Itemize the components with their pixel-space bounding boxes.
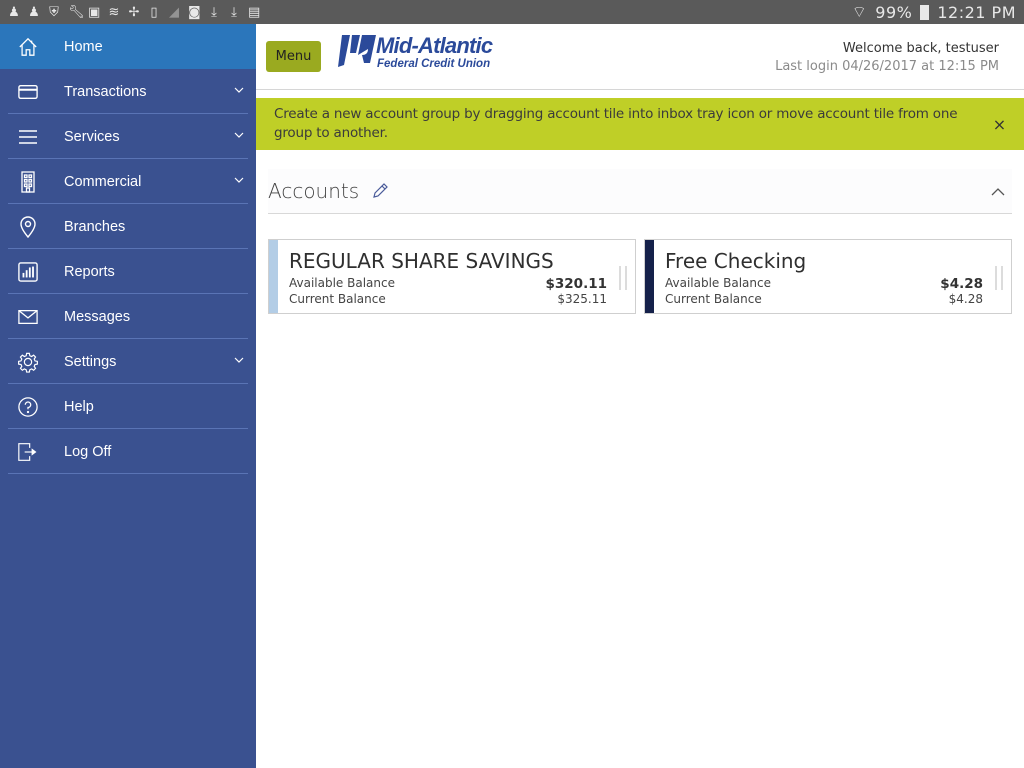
credit-card-icon	[18, 82, 38, 102]
sidebar-item-services[interactable]: Services	[0, 114, 256, 159]
sidebar-item-label: Log Off	[64, 443, 112, 460]
sidebar-item-label: Transactions	[64, 83, 147, 100]
chevron-down-icon	[234, 177, 244, 183]
gear-icon	[18, 352, 38, 373]
close-icon[interactable]: ×	[993, 115, 1006, 134]
image-icon: ▣	[88, 4, 101, 20]
logo-subtitle: Federal Credit Union	[377, 58, 491, 70]
accounts-title: Accounts	[268, 179, 360, 203]
current-balance: $325.11	[557, 292, 607, 306]
shield-icon: ⛨	[49, 4, 59, 20]
account-tile[interactable]: REGULAR SHARE SAVINGS Available Balance $…	[268, 239, 636, 314]
sidebar-item-label: Services	[64, 128, 120, 145]
logo-brand: Mid-Atlantic	[376, 33, 493, 58]
sidebar-item-log-off[interactable]: Log Off	[0, 429, 256, 474]
chart-icon: ◢	[169, 4, 179, 20]
sidebar-item-transactions[interactable]: Transactions	[0, 69, 256, 114]
accounts-header: Accounts	[268, 169, 1012, 214]
sidebar-item-help[interactable]: Help	[0, 384, 256, 429]
fan-icon: ✢	[128, 4, 140, 20]
current-label: Current Balance	[289, 292, 386, 306]
banner-text: Create a new account group by dragging a…	[274, 106, 958, 141]
drag-handle-icon[interactable]	[619, 266, 627, 290]
clock: 12:21 PM	[937, 2, 1016, 22]
tile-color-bar	[269, 240, 278, 313]
android-status-bar: ♟ ♟ ⛨ 🔧︎ ▣ ≋ ✢ ▯ ◢ ◙ ⤓ ⤓ ▤ ⌔ 99% 12:21 P…	[0, 0, 1024, 24]
main-content: Menu Mid-Atlantic Federal Credit Union W…	[256, 24, 1024, 768]
sidebar-item-reports[interactable]: Reports	[0, 249, 256, 294]
chevron-down-icon	[234, 87, 244, 93]
available-label: Available Balance	[289, 276, 395, 290]
chevron-up-icon[interactable]	[990, 184, 1006, 200]
camera-icon: ◙	[188, 4, 201, 20]
header: Menu Mid-Atlantic Federal Credit Union W…	[256, 24, 1024, 90]
wrench-icon: 🔧︎	[68, 4, 85, 20]
sidebar-item-commercial[interactable]: Commercial	[0, 159, 256, 204]
available-label: Available Balance	[665, 276, 771, 290]
notification-icon: ♟	[8, 4, 20, 20]
available-balance: $4.28	[940, 276, 983, 292]
logout-icon	[18, 442, 38, 462]
sidebar-item-settings[interactable]: Settings	[0, 339, 256, 384]
sidebar-item-label: Branches	[64, 218, 126, 235]
sd-card-icon: ▤	[248, 4, 261, 20]
info-banner: Create a new account group by dragging a…	[256, 98, 1024, 150]
notification-icon: ♟	[28, 4, 40, 20]
sidebar-item-messages[interactable]: Messages	[0, 294, 256, 339]
tile-color-bar	[645, 240, 654, 313]
welcome-block: Welcome back, testuser Last login 04/26/…	[775, 40, 999, 76]
available-balance: $320.11	[545, 276, 608, 292]
logo[interactable]: Mid-Atlantic Federal Credit Union	[336, 33, 506, 73]
logo-mark-icon	[338, 35, 376, 67]
download-icon: ⤓	[231, 4, 237, 20]
sidebar-nav: Home Transactions Services Commercial Br…	[0, 24, 256, 768]
sidebar-item-label: Messages	[64, 308, 131, 325]
pencil-icon[interactable]	[371, 182, 389, 200]
sidebar-item-label: Home	[64, 38, 103, 55]
sidebar-item-branches[interactable]: Branches	[0, 204, 256, 249]
download-icon: ⤓	[211, 4, 217, 20]
account-name: Free Checking	[665, 249, 807, 273]
list-icon	[18, 127, 38, 147]
phone-clock-icon: ▯	[150, 4, 158, 20]
location-pin-icon	[18, 215, 38, 238]
account-tile[interactable]: Free Checking Available Balance $4.28 Cur…	[644, 239, 1012, 314]
last-login: Last login 04/26/2017 at 12:15 PM	[775, 59, 999, 74]
sidebar-item-home[interactable]: Home	[0, 24, 256, 69]
drag-handle-icon[interactable]	[995, 266, 1003, 290]
menu-button[interactable]: Menu	[266, 41, 321, 72]
question-icon	[18, 396, 38, 417]
current-balance: $4.28	[948, 292, 983, 306]
welcome-text: Welcome back, testuser	[842, 41, 999, 56]
sidebar-item-label: Reports	[64, 263, 115, 280]
bar-chart-icon	[18, 261, 38, 282]
current-label: Current Balance	[665, 292, 762, 306]
sidebar-item-label: Settings	[64, 353, 117, 370]
envelope-icon	[18, 307, 38, 327]
building-icon	[18, 170, 38, 193]
sidebar-item-label: Help	[64, 398, 94, 415]
wifi-icon: ⌔	[851, 2, 868, 21]
chevron-down-icon	[234, 357, 244, 363]
sidebar-item-label: Commercial	[64, 173, 142, 190]
battery-percent: 99%	[875, 2, 913, 22]
signal-icon: ≋	[108, 4, 120, 20]
notification-icons: ♟ ♟ ⛨ 🔧︎ ▣ ≋ ✢ ▯ ◢ ◙ ⤓ ⤓ ▤	[8, 5, 260, 20]
battery-icon	[920, 4, 930, 20]
account-name: REGULAR SHARE SAVINGS	[289, 249, 554, 273]
divider	[8, 473, 248, 474]
home-icon	[18, 37, 38, 57]
chevron-down-icon	[234, 132, 244, 138]
